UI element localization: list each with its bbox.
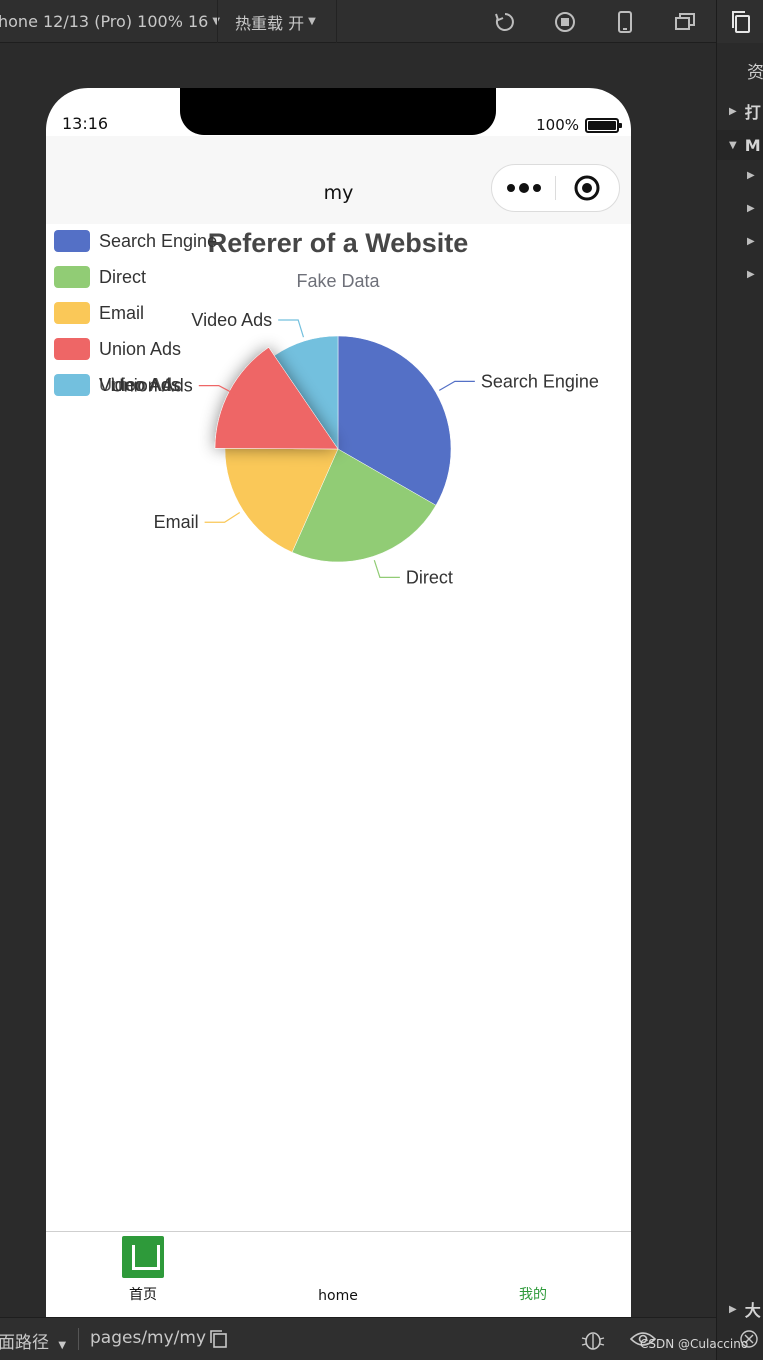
watermark: CSDN @Culaccino	[640, 1337, 749, 1351]
devtools-toolbar: hone 12/13 (Pro) 100% 16 ▼ 热重载 开 ▼	[0, 0, 716, 43]
chevron-down-icon: ▼	[58, 1340, 67, 1351]
legend-swatch[interactable]	[54, 230, 90, 252]
legend-swatch[interactable]	[54, 338, 90, 360]
caret-right-icon[interactable]: ▶	[747, 236, 755, 247]
legend-label[interactable]: Union Ads	[99, 339, 181, 359]
slice-label: Email	[154, 512, 199, 532]
dot-icon	[518, 183, 529, 193]
right-panel: 资 ▶ 打 ▼ M ▶ ▶ ▶ ▶ ▶ 大	[716, 0, 763, 1360]
label-line	[204, 511, 241, 523]
tab-my[interactable]: 我的	[453, 1232, 613, 1317]
home-icon	[122, 1236, 164, 1278]
battery-indicator: 100%	[536, 116, 622, 134]
slice-label: Video Ads	[191, 310, 272, 330]
slice-label: Direct	[406, 567, 453, 587]
legend-swatch[interactable]	[54, 302, 90, 324]
copy-icon[interactable]	[717, 0, 763, 43]
legend-swatch[interactable]	[54, 374, 90, 396]
panel-row-label: 大	[744, 1301, 761, 1320]
label-line	[373, 560, 400, 578]
pie-chart: Referer of a Website Fake Data Search En…	[54, 228, 599, 587]
phone-icon[interactable]	[612, 9, 638, 35]
panel-row[interactable]: ▶ 打	[717, 96, 763, 126]
tab-label: home	[318, 1288, 358, 1304]
legend-swatch[interactable]	[54, 266, 90, 288]
devtools-status-bar: 面路径 ▼ pages/my/my	[0, 1317, 716, 1360]
device-notch	[180, 88, 496, 135]
panel-row[interactable]: ▶ 大	[717, 1294, 763, 1324]
close-miniprogram-button[interactable]	[556, 165, 619, 211]
caret-right-icon[interactable]: ▶	[747, 203, 755, 214]
refresh-icon[interactable]	[492, 9, 518, 35]
dot-icon	[532, 184, 541, 192]
battery-icon	[585, 117, 622, 133]
caret-down-icon: ▼	[729, 139, 737, 151]
stop-icon[interactable]	[552, 9, 578, 35]
chart-subtitle: Fake Data	[296, 271, 380, 291]
navigation-bar: my	[46, 136, 631, 224]
caret-right-icon: ▶	[729, 1303, 737, 1315]
dot-icon	[506, 184, 515, 192]
panel-row-label: 打	[744, 103, 761, 122]
bug-icon[interactable]	[580, 1326, 606, 1356]
caret-right-icon[interactable]: ▶	[747, 269, 755, 280]
caret-right-icon[interactable]: ▶	[747, 170, 755, 181]
toolbar-divider	[217, 0, 218, 43]
tab-home-en[interactable]: home	[258, 1232, 418, 1317]
page-path-selector[interactable]: 面路径 ▼	[0, 1328, 66, 1353]
chart-container: Referer of a Website Fake Data Search En…	[46, 224, 631, 1231]
divider	[78, 1328, 79, 1350]
tab-label: 首页	[129, 1287, 157, 1303]
phone-simulator: 13:16 100% my Referer of a Website Fake …	[46, 88, 631, 1317]
page-path-label: 面路径	[0, 1333, 49, 1353]
page-path-value: pages/my/my	[90, 1328, 207, 1348]
device-selector-label: hone 12/13 (Pro) 100% 16	[0, 12, 209, 31]
window-icon[interactable]	[672, 9, 698, 35]
menu-capsule	[491, 164, 620, 212]
hot-reload-toggle[interactable]: 热重载 开 ▼	[235, 0, 316, 43]
panel-row-label: M	[744, 135, 761, 155]
chevron-down-icon: ▼	[308, 16, 316, 27]
label-line	[278, 319, 305, 338]
label-line	[438, 380, 475, 391]
more-menu-button[interactable]	[492, 165, 555, 211]
battery-percent: 100%	[536, 116, 579, 134]
panel-label: 资	[747, 63, 763, 83]
hot-reload-label: 热重载 开	[235, 13, 305, 33]
chart-title: Referer of a Website	[208, 228, 469, 258]
target-icon	[574, 175, 600, 201]
slice-label: Search Engine	[481, 371, 599, 391]
tab-home[interactable]: 首页	[63, 1232, 223, 1317]
tab-label: 我的	[519, 1287, 547, 1303]
battery-fill	[588, 120, 616, 130]
legend-label[interactable]: Email	[99, 303, 144, 323]
toolbar-divider	[336, 0, 337, 43]
device-selector[interactable]: hone 12/13 (Pro) 100% 16 ▼	[0, 0, 220, 43]
overlap-label: Union Ads	[99, 375, 181, 395]
legend-label[interactable]: Direct	[99, 267, 146, 287]
tab-bar: 首页 home 我的	[46, 1231, 631, 1317]
copy-icon[interactable]	[209, 1329, 229, 1353]
caret-right-icon: ▶	[729, 105, 737, 117]
panel-row[interactable]: ▼ M	[717, 130, 763, 160]
status-time: 13:16	[62, 114, 109, 133]
legend-label[interactable]: Search Engine	[99, 231, 217, 251]
